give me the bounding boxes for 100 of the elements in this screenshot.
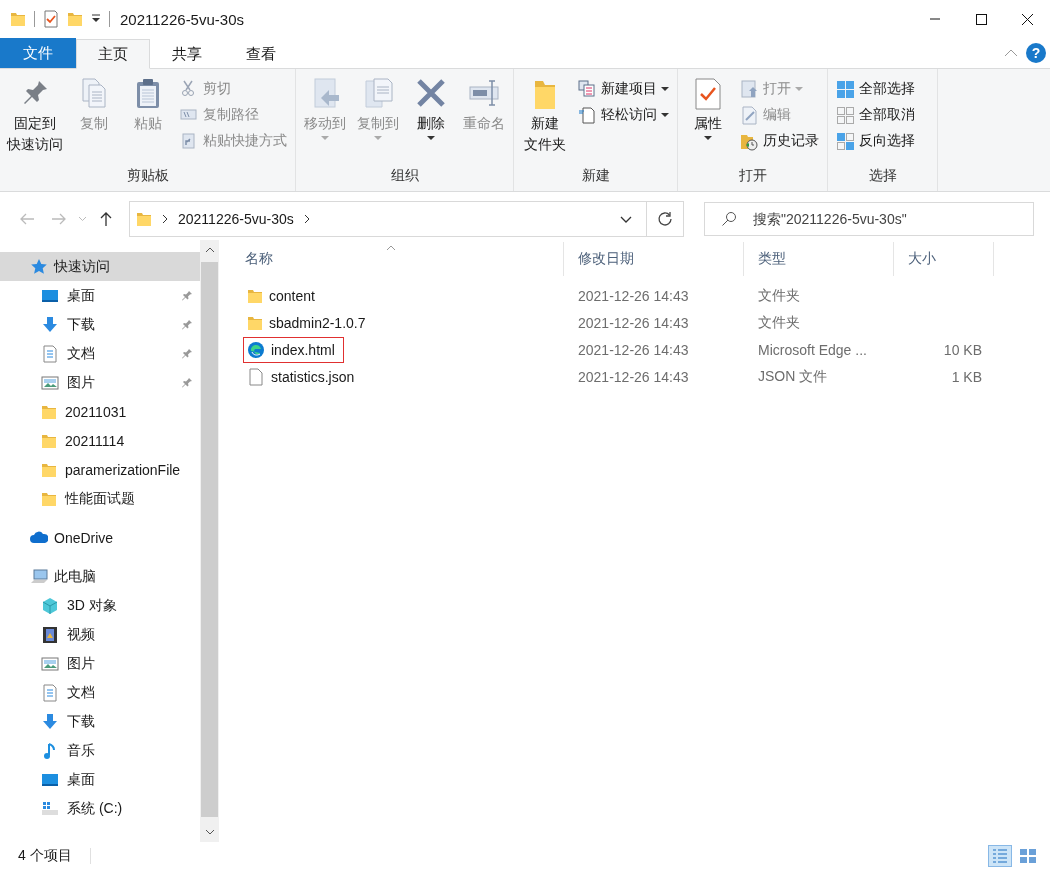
file-name[interactable]: content xyxy=(269,287,315,304)
scrollbar[interactable] xyxy=(200,240,219,842)
search-field[interactable]: 搜索"20211226-5vu-30s" xyxy=(704,202,1034,236)
column-header[interactable]: 名称 xyxy=(231,242,564,276)
column-header[interactable]: 大小 xyxy=(894,242,994,276)
easy-access-icon xyxy=(578,105,597,125)
properties-icon xyxy=(692,77,724,111)
sidebar-item[interactable]: 桌面 xyxy=(0,765,200,794)
folder-icon[interactable] xyxy=(67,11,83,27)
column-header[interactable]: 类型 xyxy=(744,242,894,276)
folder-icon xyxy=(10,11,26,27)
sidebar-item[interactable]: 此电脑 xyxy=(0,562,200,591)
select-all-icon xyxy=(836,79,855,99)
file-name[interactable]: sbadmin2-1.0.7 xyxy=(269,314,366,331)
refresh-icon[interactable] xyxy=(657,211,673,227)
help-button[interactable]: ? xyxy=(1026,43,1046,63)
column-header[interactable]: 修改日期 xyxy=(564,242,744,276)
sidebar-item[interactable]: paramerizationFile xyxy=(0,455,200,484)
ribbon-tab[interactable]: 共享 xyxy=(150,39,224,69)
sidebar-item[interactable]: 性能面试题 xyxy=(0,484,200,513)
sidebar-item[interactable]: 系统 (C:) xyxy=(0,794,200,823)
sidebar-item[interactable]: 文档 xyxy=(0,678,200,707)
dropdown-icon[interactable] xyxy=(91,14,101,24)
chevron-right-icon xyxy=(303,214,310,224)
chevron-down-icon[interactable] xyxy=(620,215,632,223)
chevron-down-icon[interactable] xyxy=(204,829,215,835)
computer-icon xyxy=(30,567,48,586)
ribbon-button[interactable]: 反向选择 xyxy=(832,128,919,154)
folder-icon xyxy=(247,314,263,331)
sidebar-item[interactable]: 3D 对象 xyxy=(0,591,200,620)
search-icon[interactable] xyxy=(721,211,737,227)
table-cell-text: 2021-12-26 14:43 xyxy=(577,368,690,385)
status-text: 4 个项目 xyxy=(18,846,72,865)
checklist-icon[interactable] xyxy=(43,10,59,28)
table-cell-text: 2021-12-26 14:43 xyxy=(577,314,690,331)
ribbon-button[interactable]: 新建 文件夹 xyxy=(518,73,572,167)
sidebar-item[interactable]: 20211114 xyxy=(0,426,200,455)
view-button[interactable] xyxy=(988,844,1012,867)
browser-icon xyxy=(247,340,265,359)
sidebar-item[interactable]: 音乐 xyxy=(0,736,200,765)
chevron-up-icon[interactable] xyxy=(1004,49,1018,57)
pin-icon xyxy=(181,290,193,302)
table-cell-text: JSON 文件 xyxy=(757,367,829,386)
document-icon xyxy=(41,683,59,702)
film-icon xyxy=(41,625,59,644)
cube-icon xyxy=(41,596,59,615)
sidebar-item[interactable]: 图片 xyxy=(0,649,200,678)
ribbon-button[interactable]: 轻松访问 xyxy=(574,102,673,128)
chevron-right-icon xyxy=(162,214,168,224)
ribbon-button[interactable]: 属性 xyxy=(682,73,734,167)
window-title: 20211226-5vu-30s xyxy=(120,10,244,28)
folder-icon xyxy=(136,211,152,227)
pin-icon xyxy=(181,348,193,360)
copy-to-icon xyxy=(362,77,395,111)
drive-icon xyxy=(41,799,59,818)
sidebar-item[interactable]: OneDrive xyxy=(0,523,200,552)
table-cell-text: 2021-12-26 14:43 xyxy=(577,341,690,358)
sidebar-item[interactable]: 图片 xyxy=(0,368,200,397)
sidebar-item[interactable]: 桌面 xyxy=(0,281,200,310)
invert-selection-icon xyxy=(836,131,855,151)
ribbon-button[interactable]: 新建项目 xyxy=(574,76,673,102)
sidebar-item[interactable]: 快速访问 xyxy=(0,252,200,281)
group-label: 组织 xyxy=(389,167,420,185)
open-icon xyxy=(740,79,759,99)
ribbon-tab[interactable]: 主页 xyxy=(76,39,150,69)
maximize-icon[interactable] xyxy=(974,12,988,26)
chevron-up-icon[interactable] xyxy=(204,247,215,253)
file-menu-tab[interactable]: 文件 xyxy=(0,38,76,68)
details-view-icon xyxy=(991,846,1009,865)
download-arrow-icon xyxy=(41,712,59,731)
sidebar-item[interactable]: 下载 xyxy=(0,310,200,339)
close-icon[interactable] xyxy=(1020,12,1034,26)
ribbon-button[interactable]: 全部取消 xyxy=(832,102,919,128)
ribbon-button[interactable]: 全部选择 xyxy=(832,76,919,102)
ribbon-button[interactable]: 删除 xyxy=(405,73,457,167)
pin-icon xyxy=(181,319,193,331)
pin-icon xyxy=(181,377,193,389)
sidebar-item[interactable]: 文档 xyxy=(0,339,200,368)
folder-icon xyxy=(41,403,57,420)
sidebar-item[interactable]: 20211031 xyxy=(0,397,200,426)
table-cell-text: 1 KB xyxy=(950,368,983,385)
star-icon xyxy=(30,257,48,276)
ribbon-button[interactable]: 固定到 快速访问 xyxy=(4,73,66,167)
up-arrow-icon[interactable] xyxy=(100,211,112,227)
group-label: 选择 xyxy=(867,167,898,185)
document-icon xyxy=(41,344,59,363)
search-field[interactable]: 搜索"20211226-5vu-30s" xyxy=(751,210,1033,228)
table-cell-text: 10 KB xyxy=(942,341,983,358)
breadcrumb-item[interactable]: 20211226-5vu-30s xyxy=(178,211,294,227)
back-arrow-icon[interactable] xyxy=(19,213,35,225)
forward-arrow-icon[interactable] xyxy=(51,213,67,225)
picture-icon xyxy=(41,654,59,673)
ribbon-button[interactable]: 历史记录 xyxy=(736,128,823,154)
sidebar-item[interactable]: 下载 xyxy=(0,707,200,736)
sort-caret-icon xyxy=(386,245,396,251)
scrollbar-thumb[interactable] xyxy=(201,262,218,817)
ribbon-tab[interactable]: 查看 xyxy=(224,39,298,69)
address-bar[interactable]: 20211226-5vu-30s xyxy=(129,201,684,237)
sidebar-item[interactable]: 视频 xyxy=(0,620,200,649)
file-name[interactable]: statistics.json xyxy=(271,368,355,385)
